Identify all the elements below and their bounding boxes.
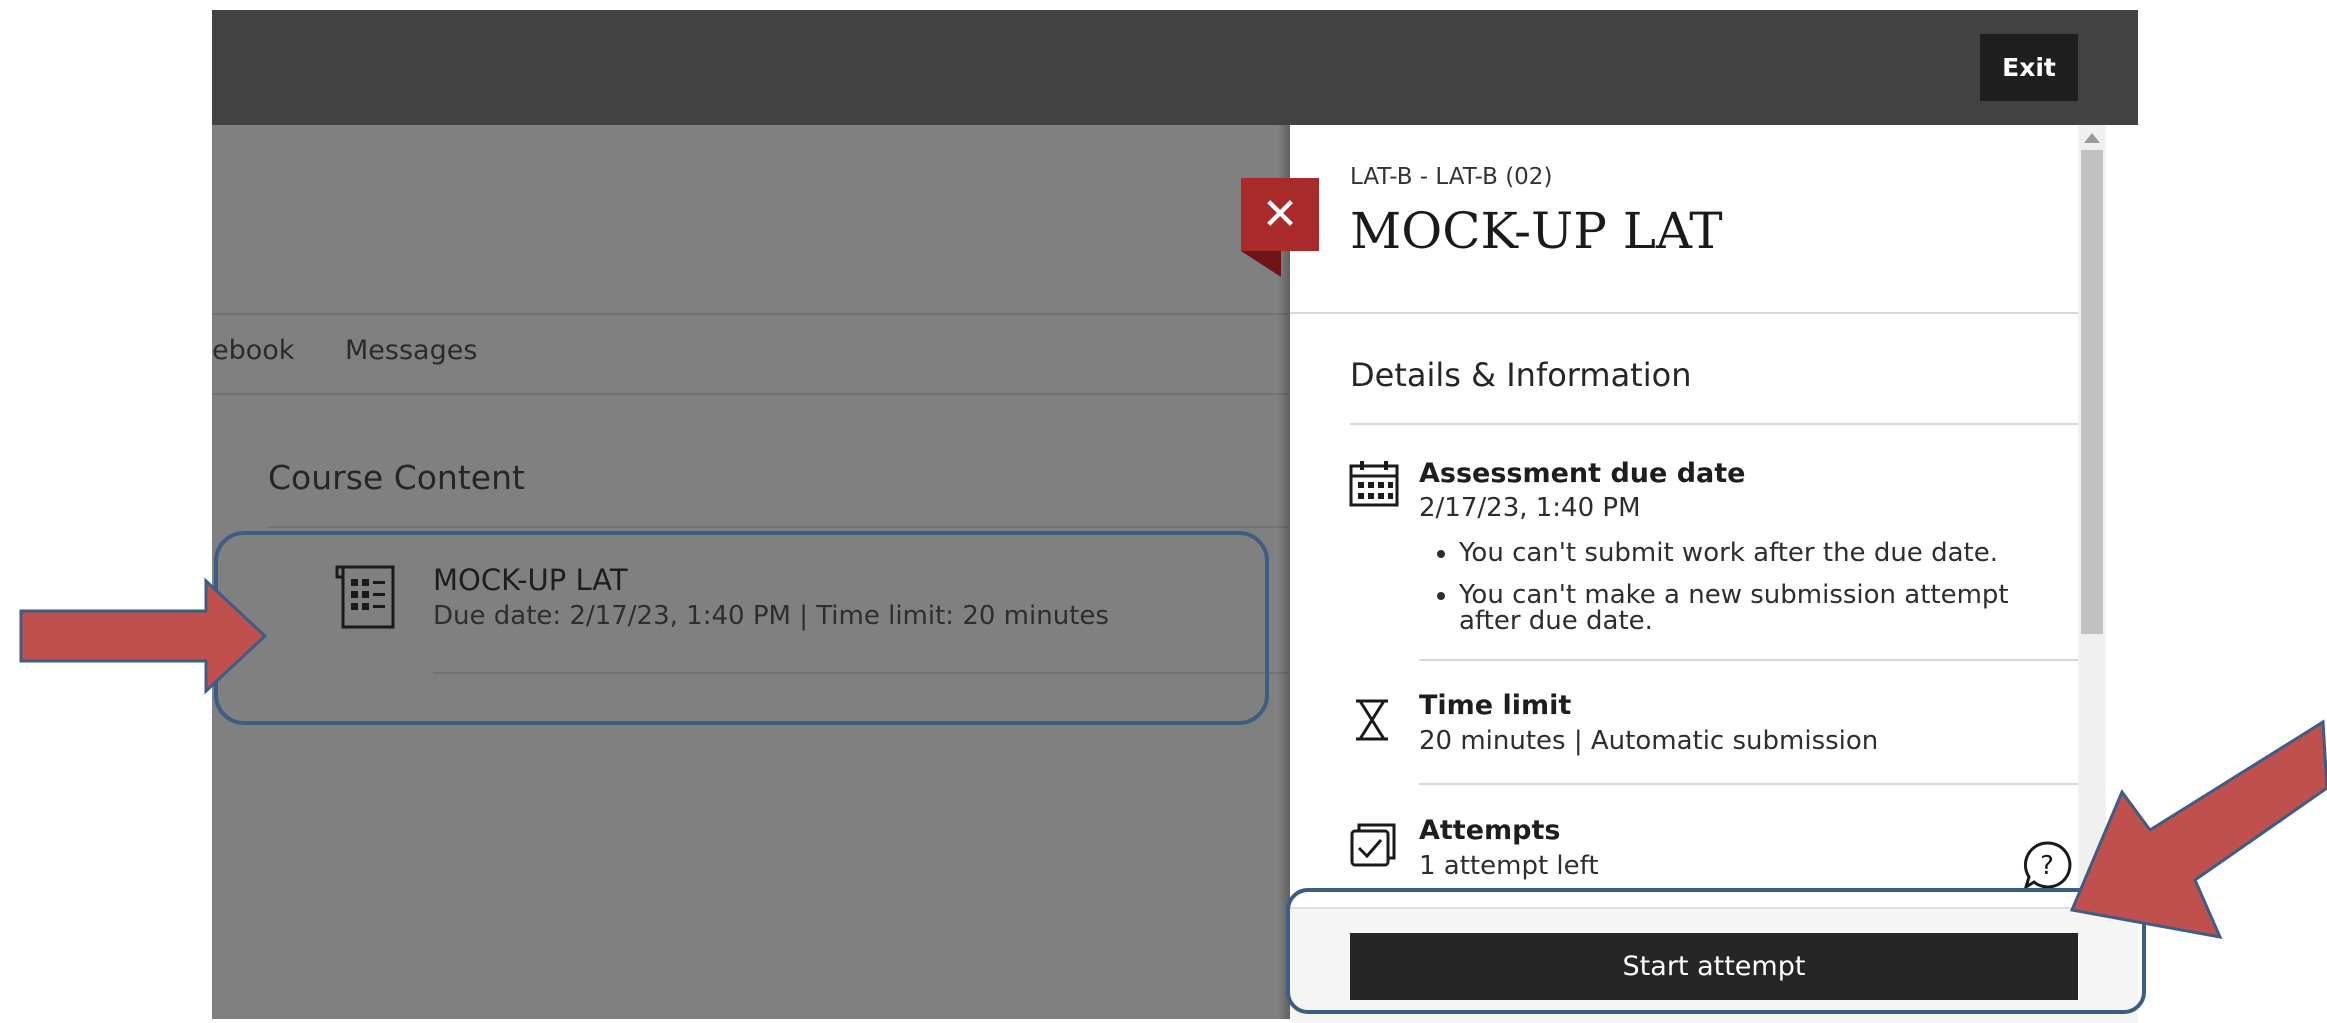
nav-item-gradebook[interactable]: ebook: [212, 335, 294, 366]
highlight-outline-start-button: [1286, 888, 2146, 1014]
annotation-arrow-diagonal: [2069, 719, 2327, 939]
close-icon[interactable]: ✕: [1241, 178, 1319, 251]
title-divider: [1290, 312, 2078, 314]
time-limit-value: 20 minutes | Automatic submission: [1419, 726, 1879, 756]
scrollbar-thumb[interactable]: [2081, 150, 2103, 634]
due-divider: [1419, 659, 2078, 661]
attempts-value: 1 attempt left: [1419, 851, 1599, 881]
annotation-arrow-right: [19, 577, 268, 695]
close-button-fold: [1241, 251, 1281, 277]
hourglass-icon: [1356, 699, 1388, 741]
attempts-title: Attempts: [1419, 815, 1561, 846]
page-title: MOCK-UP LAT: [1350, 202, 1723, 260]
help-icon[interactable]: ?: [2022, 840, 2072, 890]
top-bar: [212, 10, 2138, 125]
scroll-up-icon[interactable]: [2084, 133, 2100, 143]
time-limit-divider: [1419, 783, 2078, 785]
heading-divider: [268, 526, 1288, 528]
breadcrumb: LAT-B - LAT-B (02): [1350, 164, 1553, 190]
svg-text:?: ?: [2040, 851, 2054, 881]
details-divider: [1350, 423, 2078, 425]
exit-button[interactable]: Exit: [1980, 34, 2078, 101]
attempts-icon: [1350, 823, 1396, 867]
highlight-outline-content-item: [214, 531, 1269, 725]
due-date-title: Assessment due date: [1419, 458, 1746, 489]
details-heading: Details & Information: [1350, 356, 1692, 394]
due-date-rules: You can't submit work after the due date…: [1419, 540, 2019, 650]
due-date-value: 2/17/23, 1:40 PM: [1419, 493, 1641, 523]
calendar-icon: [1349, 461, 1399, 507]
time-limit-title: Time limit: [1419, 690, 1572, 721]
due-rule-item: You can't make a new submission attempt …: [1459, 582, 2019, 634]
nav-item-messages[interactable]: Messages: [345, 335, 477, 366]
due-rule-item: You can't submit work after the due date…: [1459, 540, 2019, 566]
course-content-heading: Course Content: [268, 458, 525, 497]
